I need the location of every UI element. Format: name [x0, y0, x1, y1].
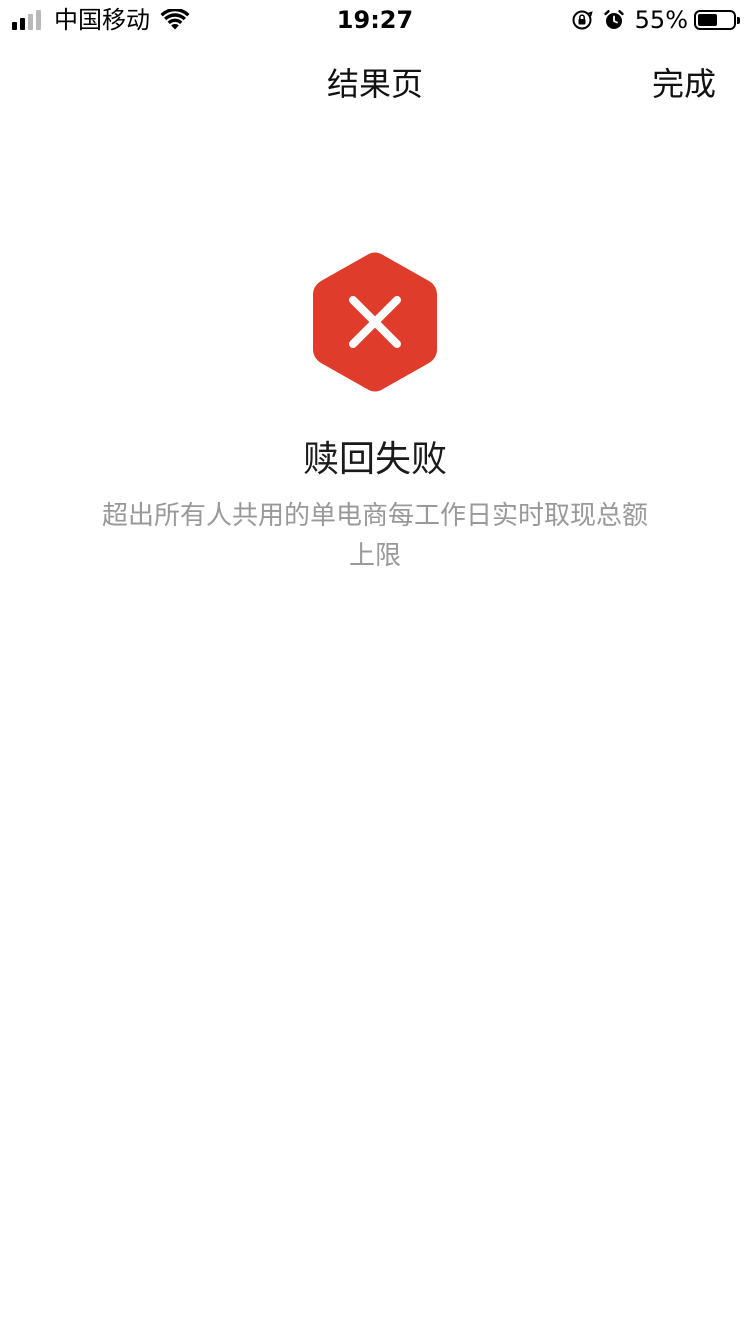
battery-cap [737, 17, 740, 24]
result-title: 赎回失败 [302, 439, 447, 480]
result-description: 超出所有人共用的单电商每工作日实时取现总额上限 [101, 501, 648, 571]
alarm-icon [603, 10, 624, 29]
status-bar: 中国移动 19:27 55% [0, 0, 750, 40]
error-hexagon-icon [313, 252, 437, 392]
done-button[interactable]: 完成 [652, 64, 716, 104]
nav-bar: 结果页 完成 [0, 40, 750, 128]
battery-percent: 55% [634, 6, 688, 34]
battery-fill [698, 14, 717, 26]
orientation-lock-icon [572, 10, 593, 30]
result-page-screen: 中国移动 19:27 55% 结果页 完成 赎回失败 超出所有人共用的单电商每工… [0, 0, 750, 1334]
page-title: 结果页 [326, 65, 423, 103]
battery-icon [694, 10, 740, 30]
status-bar-right: 55% [571, 6, 740, 34]
